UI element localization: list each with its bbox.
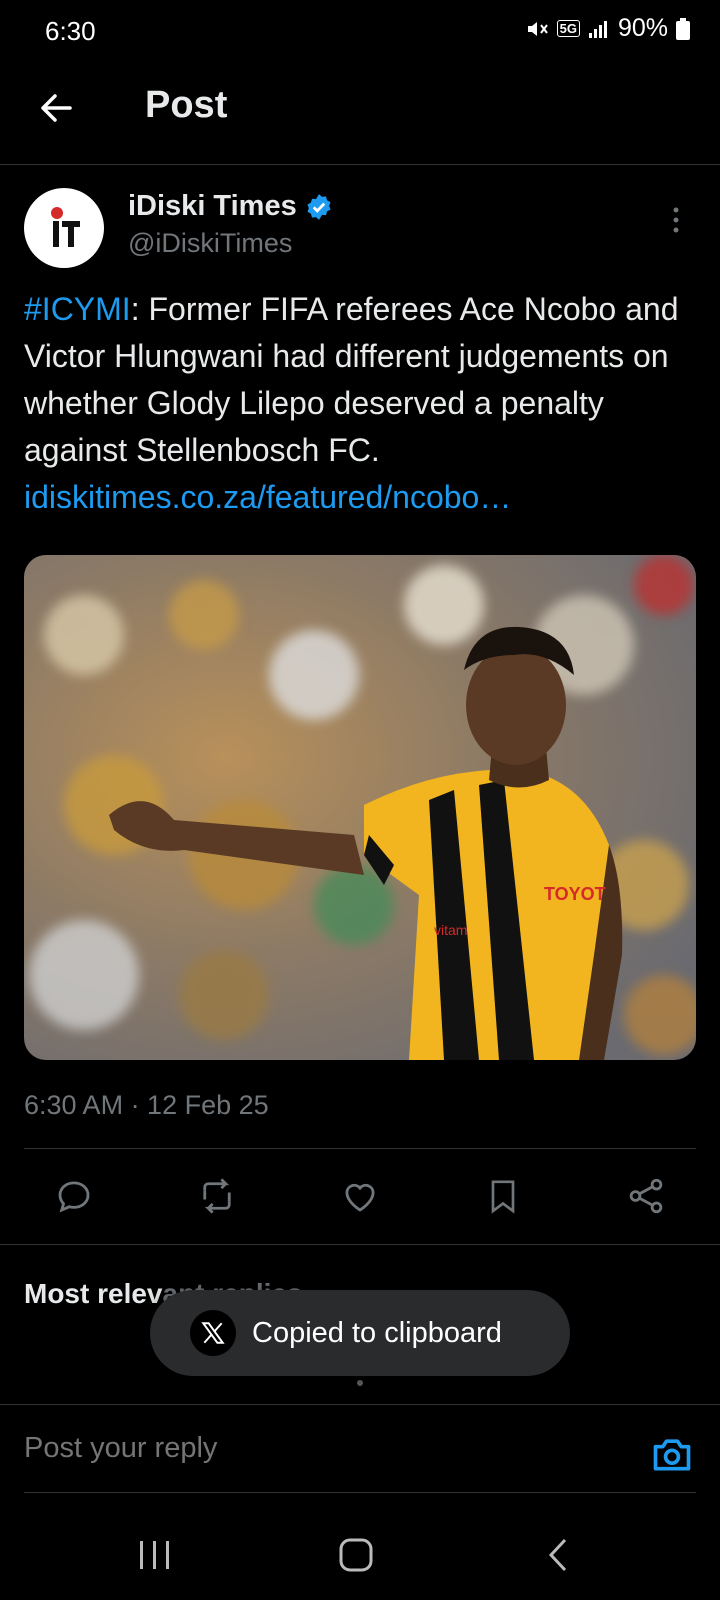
jersey-text-2: vitam (434, 922, 467, 938)
chevron-left-icon (548, 1538, 567, 1572)
signal-icon (588, 20, 607, 38)
share-icon (629, 1178, 663, 1214)
bookmark-icon (491, 1180, 515, 1214)
status-icons: 5G 90% (525, 14, 690, 43)
home-icon (339, 1538, 373, 1572)
tweet-text: #ICYMI: Former FIFA referees Ace Ncobo a… (24, 286, 704, 521)
hashtag-link[interactable]: #ICYMI (24, 291, 131, 327)
avatar[interactable] (24, 188, 104, 268)
author-handle[interactable]: @iDiskiTimes (128, 228, 292, 259)
action-bar (24, 1160, 696, 1232)
page-indicator-dot (357, 1380, 363, 1386)
replies-sort-label: Most relev (24, 1278, 163, 1309)
heart-icon (345, 1183, 375, 1212)
camera-button[interactable] (650, 1432, 694, 1476)
divider (0, 1404, 720, 1405)
post-timestamp: 6:30 AM · 12 Feb 25 (24, 1090, 269, 1120)
page-title: Post (145, 84, 228, 126)
battery-percent: 90% (617, 14, 668, 42)
article-link[interactable]: idiskitimes.co.za/featured/ncobo… (24, 479, 511, 515)
top-app-bar: Post (0, 64, 720, 165)
toast-notification: Copied to clipboard (150, 1290, 570, 1376)
back-arrow-icon (41, 94, 72, 122)
system-back-button[interactable] (528, 1530, 588, 1580)
divider (0, 1244, 720, 1245)
back-button[interactable] (34, 86, 78, 130)
verified-badge-icon (307, 193, 331, 220)
more-vertical-icon (673, 207, 679, 233)
author-name[interactable]: iDiski Times (128, 190, 333, 223)
repost-icon (203, 1178, 231, 1214)
idiski-logo-icon (51, 207, 80, 247)
share-button[interactable] (596, 1166, 696, 1226)
battery-icon (676, 17, 690, 40)
mute-icon (527, 21, 548, 36)
repost-button[interactable] (167, 1166, 267, 1226)
divider (24, 1492, 696, 1493)
status-bar: 6:30 5G 90% (0, 0, 720, 64)
more-options-button[interactable] (666, 206, 686, 236)
like-button[interactable] (310, 1166, 410, 1226)
divider (24, 1148, 696, 1149)
network-label: 5G (556, 20, 580, 37)
reply-icon (58, 1181, 90, 1213)
reply-input[interactable] (24, 1432, 624, 1465)
system-nav-bar (0, 1500, 720, 1600)
jersey-sponsor-text: TOYOT (544, 884, 606, 904)
home-button[interactable] (326, 1530, 386, 1580)
bookmark-button[interactable] (453, 1166, 553, 1226)
reply-button[interactable] (24, 1166, 124, 1226)
toast-message: Copied to clipboard (252, 1316, 502, 1349)
player-photo: TOYOT vitam (24, 555, 696, 1060)
recents-icon (140, 1541, 169, 1569)
recent-apps-button[interactable] (125, 1530, 185, 1580)
tweet-image[interactable]: TOYOT vitam (24, 555, 696, 1060)
camera-icon (653, 1439, 691, 1471)
author-name-text: iDiski Times (128, 190, 297, 222)
status-time: 6:30 (45, 16, 96, 46)
x-logo-icon (190, 1310, 236, 1356)
